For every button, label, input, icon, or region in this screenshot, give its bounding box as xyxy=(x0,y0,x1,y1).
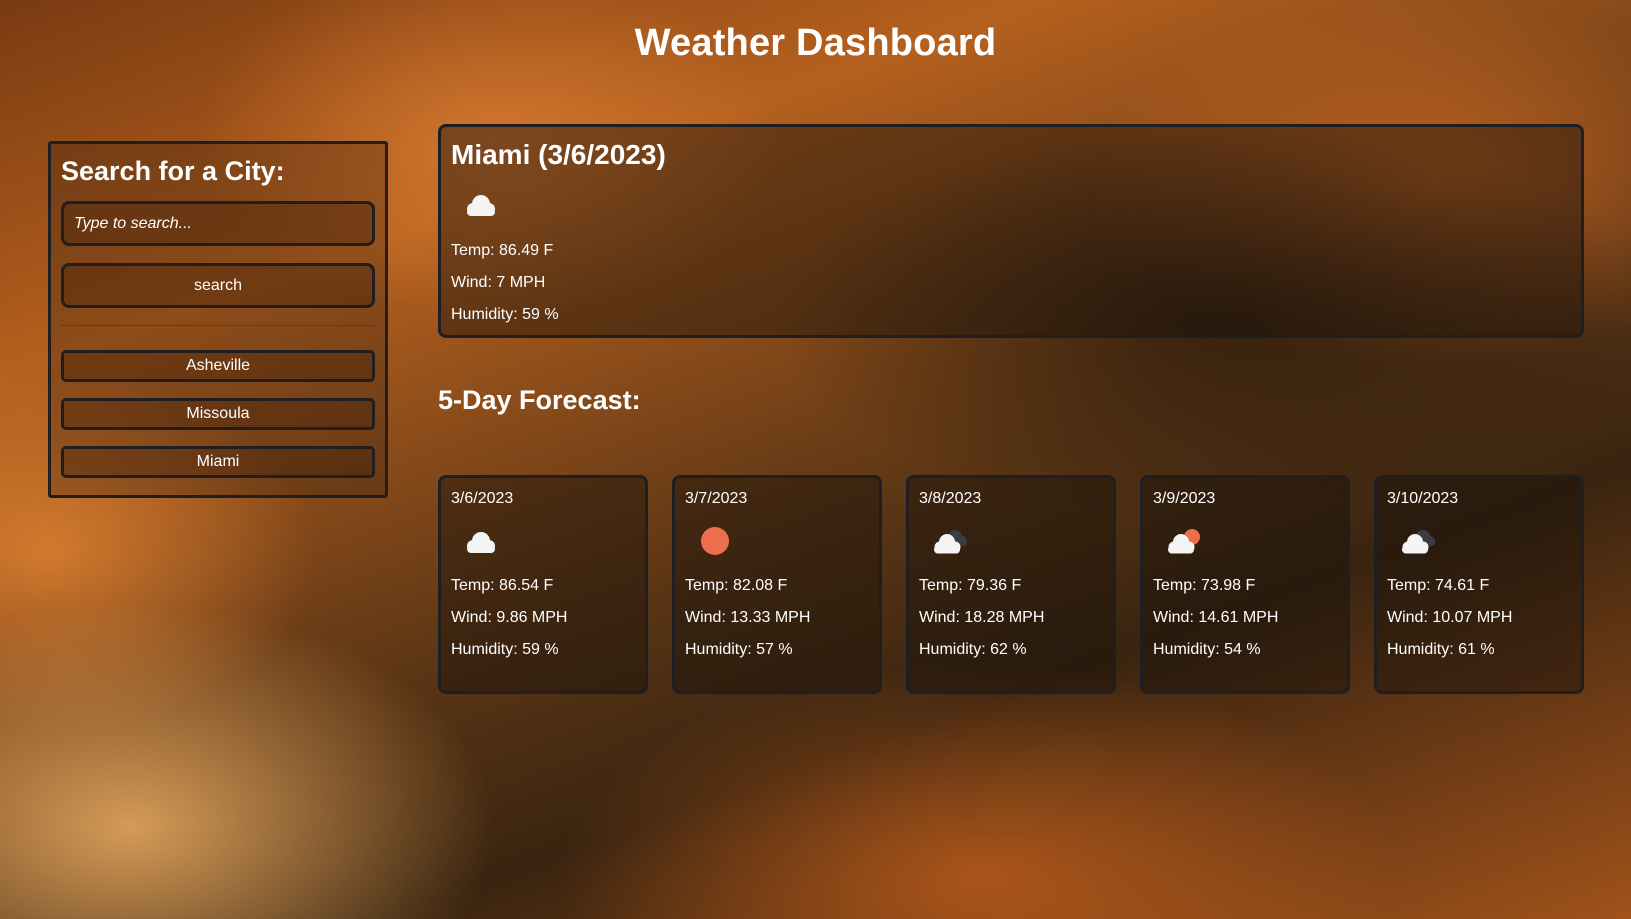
forecast-wind: Wind: 10.07 MPH xyxy=(1387,609,1513,626)
forecast-heading: 5-Day Forecast: xyxy=(438,385,641,415)
forecast-card: 3/6/2023 Temp: 86.54 F Wind: 9.86 MPH Hu… xyxy=(438,475,648,694)
sun-icon xyxy=(701,527,729,555)
history-button-missoula[interactable]: Missoula xyxy=(61,398,375,430)
forecast-card: 3/7/2023 Temp: 82.08 F Wind: 13.33 MPH H… xyxy=(672,475,882,694)
forecast-card: 3/10/2023 Temp: 74.61 F Wind: 10.07 MPH … xyxy=(1374,475,1584,694)
current-weather-card: Miami (3/6/2023) Temp: 86.49 F Wind: 7 M… xyxy=(438,124,1584,338)
forecast-row: 3/6/2023 Temp: 86.54 F Wind: 9.86 MPH Hu… xyxy=(438,475,1584,694)
forecast-date: 3/8/2023 xyxy=(919,490,982,507)
history-button-miami[interactable]: Miami xyxy=(61,446,375,478)
search-heading: Search for a City: xyxy=(61,156,285,186)
current-city-title: Miami (3/6/2023) xyxy=(451,139,666,170)
forecast-humidity: Humidity: 59 % xyxy=(451,641,559,658)
forecast-humidity: Humidity: 54 % xyxy=(1153,641,1261,658)
search-panel: Search for a City: search Asheville Miss… xyxy=(48,141,388,498)
page-title: Weather Dashboard xyxy=(634,22,997,64)
broken-clouds-icon xyxy=(1402,530,1435,554)
forecast-humidity: Humidity: 61 % xyxy=(1387,641,1495,658)
forecast-date: 3/9/2023 xyxy=(1153,490,1216,507)
forecast-wind: Wind: 13.33 MPH xyxy=(685,609,811,626)
broken-clouds-icon xyxy=(934,530,967,554)
cloud-icon xyxy=(467,195,495,216)
history-button-asheville[interactable]: Asheville xyxy=(61,350,375,382)
forecast-date: 3/7/2023 xyxy=(685,490,748,507)
forecast-date: 3/10/2023 xyxy=(1387,490,1459,507)
forecast-date: 3/6/2023 xyxy=(451,490,514,507)
forecast-wind: Wind: 14.61 MPH xyxy=(1153,609,1279,626)
forecast-temp: Temp: 73.98 F xyxy=(1153,577,1256,594)
current-humidity: Humidity: 59 % xyxy=(451,306,559,323)
cloud-icon xyxy=(467,532,495,553)
divider xyxy=(61,325,375,326)
forecast-wind: Wind: 9.86 MPH xyxy=(451,609,568,626)
partly-cloudy-icon xyxy=(1168,529,1200,554)
current-wind: Wind: 7 MPH xyxy=(451,274,546,291)
search-input[interactable] xyxy=(61,201,375,246)
forecast-wind: Wind: 18.28 MPH xyxy=(919,609,1045,626)
forecast-card: 3/9/2023 Temp: 73.98 F Wind: 14.61 MPH H… xyxy=(1140,475,1350,694)
current-temp: Temp: 86.49 F xyxy=(451,242,554,259)
forecast-temp: Temp: 86.54 F xyxy=(451,577,554,594)
forecast-humidity: Humidity: 62 % xyxy=(919,641,1027,658)
forecast-temp: Temp: 74.61 F xyxy=(1387,577,1490,594)
forecast-temp: Temp: 79.36 F xyxy=(919,577,1022,594)
forecast-humidity: Humidity: 57 % xyxy=(685,641,793,658)
search-button[interactable]: search xyxy=(61,263,375,308)
forecast-temp: Temp: 82.08 F xyxy=(685,577,788,594)
forecast-card: 3/8/2023 Temp: 79.36 F Wind: 18.28 MPH H… xyxy=(906,475,1116,694)
